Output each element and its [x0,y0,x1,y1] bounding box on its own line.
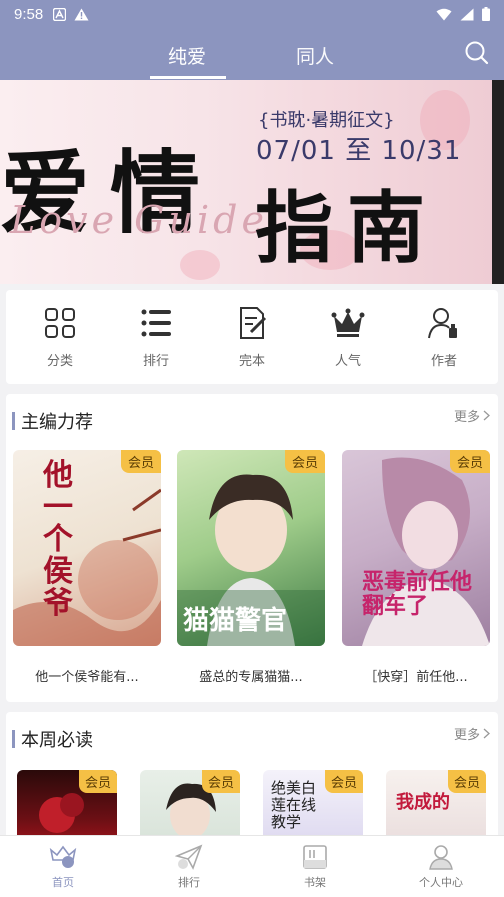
cover-art [13,488,161,646]
banner-tag: {书耽·暑期征文} [258,110,395,131]
banner-next-peek [492,80,504,284]
home-crown-icon [49,845,77,868]
nav-label: 书架 [304,876,326,889]
list-icon [141,309,171,336]
vip-badge: 会员 [447,770,486,793]
banner-date-range: 07/01 至 10/31 [256,136,462,166]
book-title[interactable]: 盛总的专属猫猫... [171,666,331,685]
bookshelf-icon [303,845,327,869]
category-label: 排行 [142,353,169,369]
category-label: 人气 [334,353,361,369]
category-item-renqi[interactable]: 人气 [308,306,388,369]
vip-badge: 会员 [201,770,240,793]
chevron-right-icon [483,410,490,421]
paper-plane-icon [175,844,203,870]
book-title[interactable]: 他一个侯爷能有... [7,666,167,685]
category-item-fenlei[interactable]: 分类 [20,306,100,369]
promo-banner[interactable]: 爱情 Love Guide {书耽·暑期征文} 07/01 至 10/31 指南 [0,80,504,284]
category-item-wanben[interactable]: 完本 [212,306,292,369]
cover-title: 恶毒前任他翻车了 [362,569,473,619]
signal-icon [460,8,474,20]
vip-badge: 会员 [449,450,490,473]
vip-badge: 会员 [120,450,161,473]
weekly-section: 本周必读 更多 会员 会员 绝美白莲在线教学 会员 我成的 会员 [6,712,498,842]
cover-title: 猫猫警官 [183,606,288,636]
section-title: 本周必读 [21,730,93,751]
wifi-icon [436,8,452,20]
notification-icon [53,7,67,21]
cover-title: 他一个侯爷 [43,458,73,621]
section-accent-bar [12,412,15,430]
vip-badge: 会员 [324,770,363,793]
more-link[interactable]: 更多 [454,724,490,743]
cover-title: 我成的 [396,792,450,813]
nav-home[interactable]: 首页 [0,836,126,897]
battery-icon [482,7,490,21]
book-cover[interactable]: 他一个侯爷 会员 [13,450,161,646]
book-cover[interactable]: 我成的 会员 [386,770,486,842]
nav-label: 排行 [178,876,200,889]
book-title[interactable]: ［快穿］前任他... [336,666,496,685]
active-tab-indicator [150,76,226,79]
section-accent-bar [12,730,15,748]
book-cover[interactable]: 猫猫警官 会员 [177,450,325,646]
user-icon [429,845,453,870]
section-title: 主编力荐 [21,412,93,433]
banner-title-right: 指南 [255,183,440,274]
search-icon[interactable] [464,40,490,66]
bottom-nav: 首页 排行 书架 个人中心 [0,835,504,897]
book-cover[interactable]: 绝美白莲在线教学 会员 [263,770,363,842]
chevron-right-icon [483,728,490,739]
book-cover[interactable]: 会员 [17,770,117,842]
category-label: 作者 [430,353,457,369]
cover-title: 绝美白莲在线教学 [271,779,317,831]
status-bar: 9:58 [0,0,504,28]
nav-ranking[interactable]: 排行 [126,836,252,897]
tab-chunai[interactable]: 纯爱 [168,42,206,69]
grid-icon [45,307,75,338]
nav-profile[interactable]: 个人中心 [378,836,504,897]
tab-tongren[interactable]: 同人 [296,42,334,69]
crown-icon [331,308,365,337]
document-check-icon [240,306,267,339]
banner-subtitle-en: Love Guide [10,198,268,242]
nav-label: 首页 [52,876,74,889]
book-cover[interactable]: 恶毒前任他翻车了 会员 [342,450,490,646]
nav-label: 个人中心 [419,876,463,889]
vip-badge: 会员 [78,770,117,793]
category-label: 完本 [238,353,265,369]
status-time: 9:58 [14,5,44,23]
category-label: 分类 [46,353,73,369]
warning-icon [74,8,89,20]
vip-badge: 会员 [284,450,325,473]
category-nav: 分类 排行 完本 人气 作者 [6,290,498,384]
author-icon [428,307,457,338]
category-item-paihang[interactable]: 排行 [116,306,196,369]
book-cover[interactable]: 会员 [140,770,240,842]
more-link[interactable]: 更多 [454,406,490,425]
top-header: 纯爱 同人 [0,28,504,80]
nav-bookshelf[interactable]: 书架 [252,836,378,897]
recommend-section: 主编力荐 更多 他一个侯爷 会员 他一个侯爷能有... 猫猫警官 会员 盛总的专… [6,394,498,702]
category-item-zuozhe[interactable]: 作者 [404,306,484,369]
